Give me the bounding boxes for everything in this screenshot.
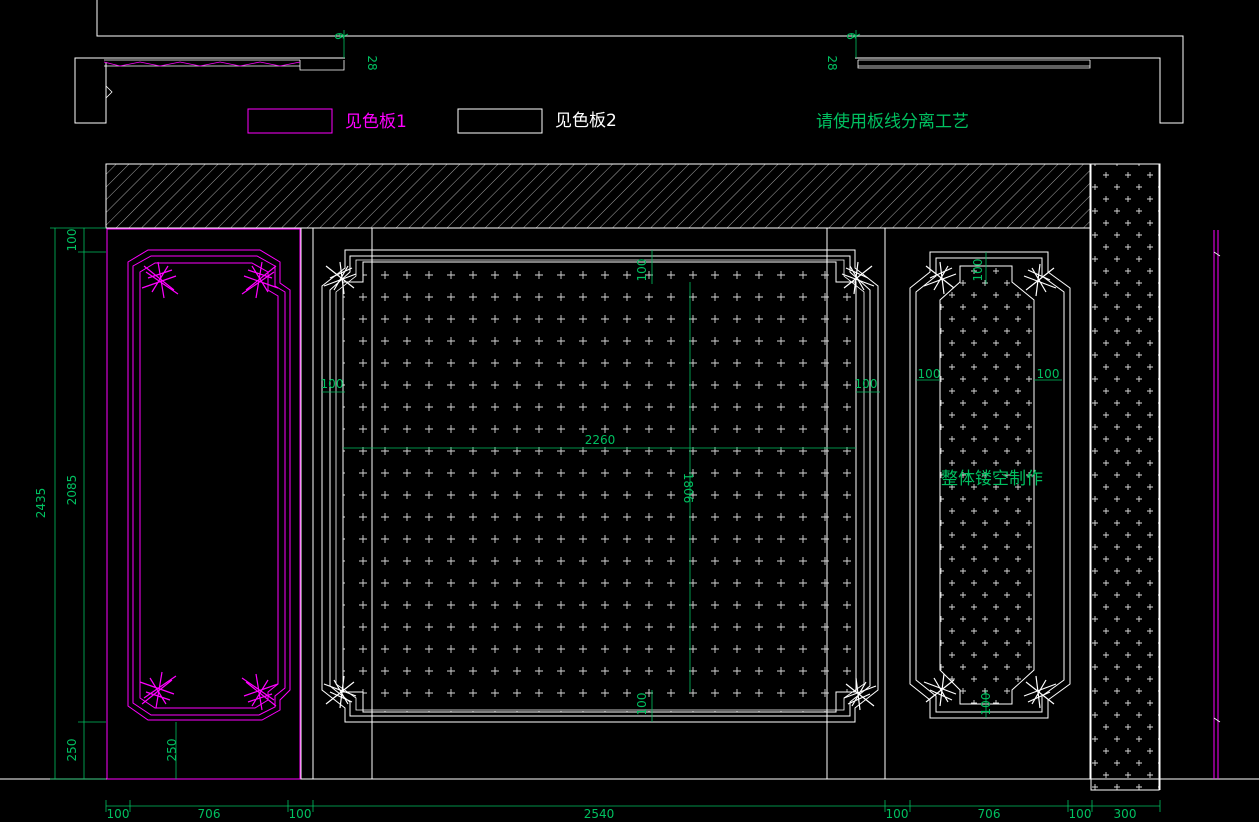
- note-hollow: 整体镂空制作: [941, 469, 1043, 489]
- right-top-dim: 100: [971, 259, 985, 282]
- top-section-view: [74, 0, 1184, 124]
- bottom-dim-6: 706: [978, 807, 1001, 821]
- bottom-dim-8: 300: [1114, 807, 1137, 821]
- inner-base-dim: 250: [165, 739, 179, 762]
- right-edge-strip: [1213, 230, 1219, 779]
- bottom-dim-4: 2540: [584, 807, 615, 821]
- right-bottom-dim: 100: [979, 693, 993, 716]
- right-edge-notches: [1213, 251, 1221, 723]
- right-plus-column: [1090, 163, 1160, 791]
- bottom-dim-3: 100: [289, 807, 312, 821]
- legend-label-panel2: 见色板2: [555, 111, 617, 131]
- main-right-dim: 100: [855, 377, 878, 391]
- total-height-dim: 2435: [34, 488, 48, 519]
- legend-label-panel1: 见色板1: [345, 112, 407, 132]
- bottom-dim-5: 100: [886, 807, 909, 821]
- top-offset-dim: 100: [65, 229, 79, 252]
- section-dimension-marks: [339, 30, 861, 58]
- depth-left-label: 28: [365, 55, 379, 70]
- left-magenta-panel: [106, 228, 301, 780]
- main-left-dim: 100: [321, 377, 344, 391]
- main-top-dim: 100: [635, 259, 649, 282]
- legend-swatch-panel1: [247, 108, 333, 134]
- bottom-dim-1: 100: [107, 807, 130, 821]
- main-width-dim: 2260: [585, 433, 616, 447]
- depth-right-label: 28: [825, 55, 839, 70]
- center-main-panel: [321, 249, 879, 723]
- cad-elevation-drawing: 9 9 28 28 2435 100 2085 250 250 2260 180…: [0, 0, 1259, 821]
- gap-left-label: 9: [333, 32, 347, 40]
- gap-right-label: 9: [845, 32, 859, 40]
- right-right-dim: 100: [1037, 367, 1060, 381]
- note-separation: 请使用板线分离工艺: [816, 112, 969, 132]
- right-left-dim: 100: [918, 367, 941, 381]
- left-panel-ornaments: [139, 261, 279, 711]
- bottom-dim-2: 706: [198, 807, 221, 821]
- main-bottom-dim: 100: [635, 693, 649, 716]
- legend-swatch-panel2: [457, 108, 543, 134]
- panel-height-dim: 2085: [65, 475, 79, 506]
- main-height-dim: 1806: [681, 473, 695, 504]
- bottom-dim-7: 100: [1069, 807, 1092, 821]
- base-height-dim: 250: [65, 739, 79, 762]
